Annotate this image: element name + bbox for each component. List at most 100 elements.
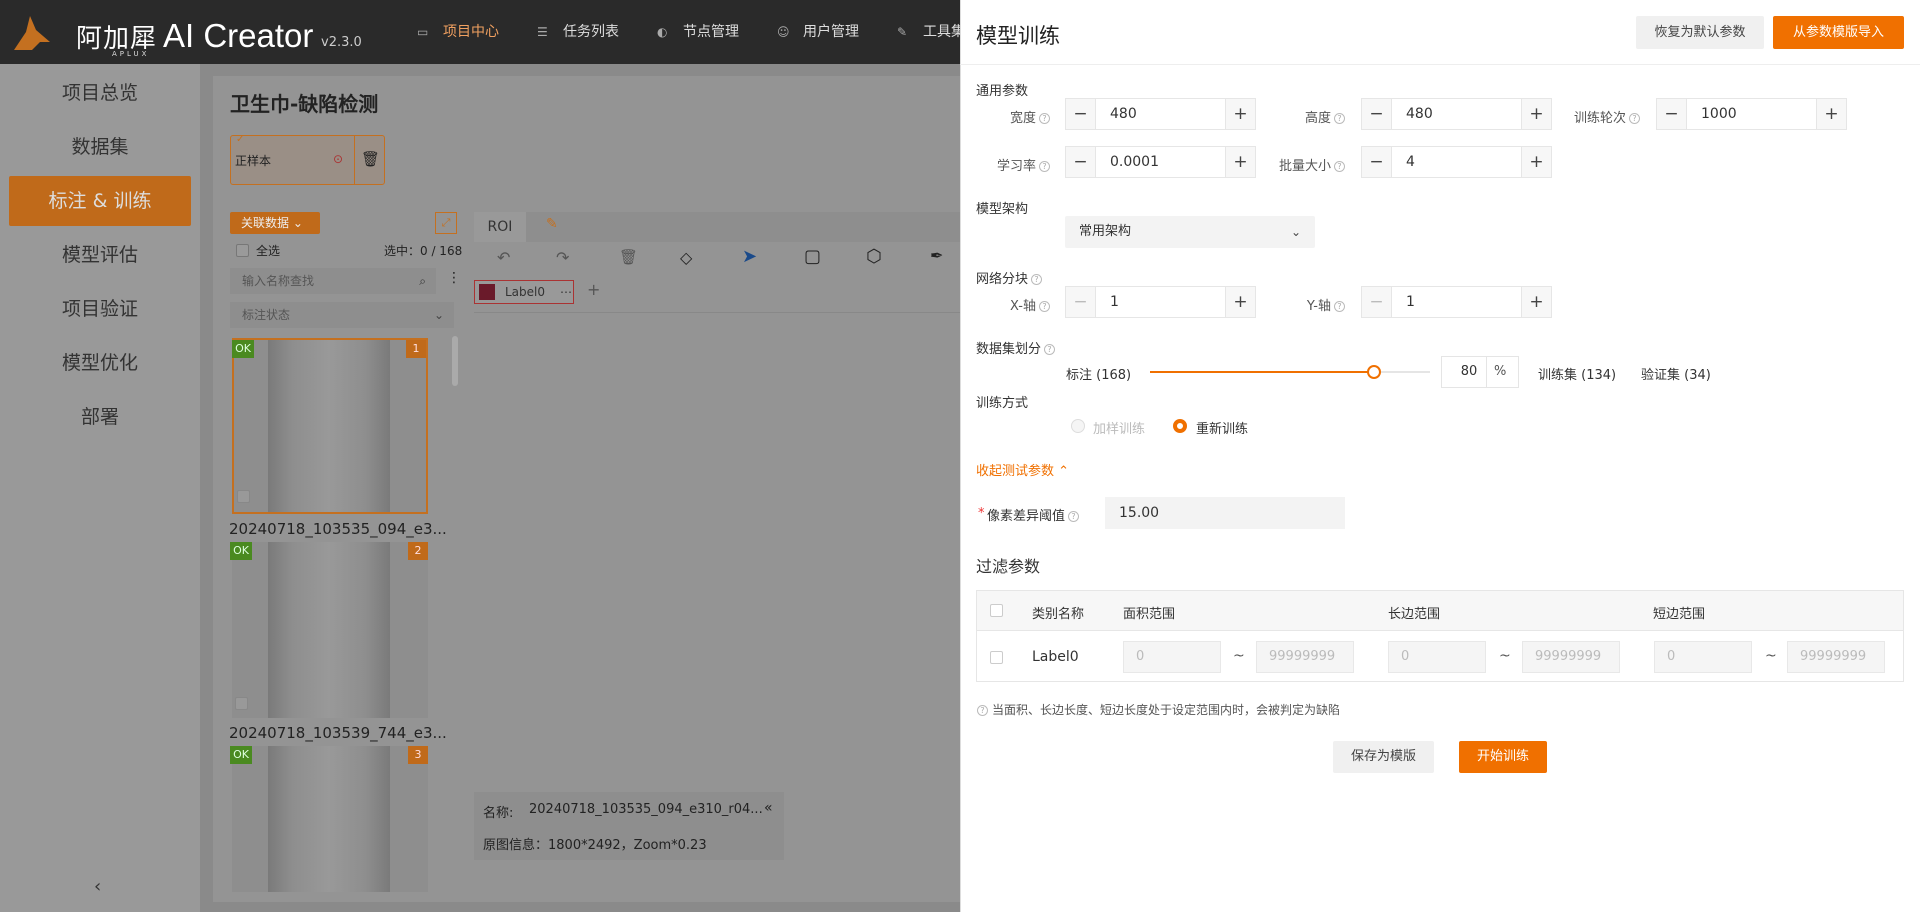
thumbnail-checkbox[interactable]	[235, 697, 248, 710]
sidebar-item-dataset[interactable]: 数据集	[9, 122, 191, 172]
epochs-stepper[interactable]: −1000 +	[1656, 98, 1847, 130]
collapse-info-icon[interactable]: «	[764, 800, 773, 816]
model-training-panel	[960, 0, 1920, 912]
area-min-input[interactable]: 0	[1123, 641, 1221, 673]
row-checkbox[interactable]	[990, 651, 1003, 664]
learning-rate-stepper[interactable]: −0.0001 +	[1065, 146, 1256, 178]
brush-icon[interactable]: ✒	[930, 246, 943, 265]
radio-incremental[interactable]	[1071, 419, 1085, 433]
help-icon: ?	[1039, 161, 1050, 172]
nav-user-management[interactable]: ☺ 用户管理	[777, 0, 859, 64]
plus-icon[interactable]: +	[1816, 99, 1846, 129]
tool-icon: ✎	[897, 25, 908, 39]
minus-icon[interactable]: −	[1066, 147, 1096, 177]
nav-node-management[interactable]: ◐ 节点管理	[657, 0, 739, 64]
split-slider-handle[interactable]	[1367, 365, 1381, 379]
nav-task-list[interactable]: ☰ 任务列表	[537, 0, 619, 64]
width-stepper[interactable]: −480 +	[1065, 98, 1256, 130]
collapse-test-params-link[interactable]: 收起测试参数 ⌃	[976, 460, 1069, 479]
col-long-range: 长边范围	[1388, 607, 1441, 622]
redo-icon[interactable]: ↷	[556, 248, 569, 267]
width-label: 宽度?	[990, 107, 1050, 126]
pen-icon[interactable]: ✎	[546, 216, 558, 232]
tab-roi[interactable]: ROI	[474, 212, 526, 242]
import-template-button[interactable]: 从参数模版导入	[1773, 16, 1904, 49]
split-percent-input[interactable]: 80%	[1441, 356, 1519, 388]
radio-retrain-label: 重新训练	[1196, 422, 1249, 437]
nav-tools[interactable]: ✎ 工具集	[897, 0, 965, 64]
minus-icon[interactable]: −	[1066, 99, 1096, 129]
plus-icon[interactable]: +	[1521, 99, 1551, 129]
minus-icon[interactable]: −	[1362, 147, 1392, 177]
target-icon[interactable]: ⊙	[333, 152, 343, 166]
plus-icon[interactable]: +	[1225, 147, 1255, 177]
batch-size-stepper[interactable]: −4 +	[1361, 146, 1552, 178]
thumbnail-caption: 20240718_103535_094_e3...	[229, 520, 447, 538]
thumbnail-checkbox[interactable]	[237, 490, 250, 503]
minus-icon[interactable]: −	[1362, 287, 1392, 317]
col-short-range: 短边范围	[1653, 607, 1706, 622]
sidebar-item-annotate-train[interactable]: 标注 & 训练	[9, 176, 191, 226]
radio-retrain[interactable]	[1173, 419, 1187, 433]
index-badge: 1	[406, 340, 426, 358]
model-arch-heading: 模型架构	[976, 202, 1029, 217]
sidebar-item-deploy[interactable]: 部署	[9, 392, 191, 442]
search-icon: ⌕	[419, 274, 426, 288]
label-chip[interactable]: Label0 ⋯	[474, 280, 574, 304]
undo-icon[interactable]: ↶	[497, 248, 510, 267]
eraser-icon[interactable]: ◇	[680, 248, 692, 267]
collapse-sidebar-icon[interactable]: ‹	[94, 876, 101, 897]
ellipsis-icon: ⋯	[560, 285, 572, 299]
ok-badge: OK	[230, 746, 252, 764]
add-label-icon[interactable]: +	[587, 280, 600, 299]
y-axis-stepper[interactable]: −1 +	[1361, 286, 1552, 318]
delete-icon[interactable]: 🗑	[619, 248, 638, 266]
sidebar-item-model-optimize[interactable]: 模型优化	[9, 338, 191, 388]
minus-icon[interactable]: −	[1066, 287, 1096, 317]
minus-icon[interactable]: −	[1362, 99, 1392, 129]
pixel-diff-input[interactable]: 15.00	[1105, 497, 1345, 529]
range-sep: ~	[1499, 648, 1511, 664]
sidebar-item-overview[interactable]: 项目总览	[9, 68, 191, 118]
chevron-down-icon: ⌄	[433, 308, 444, 322]
plus-icon[interactable]: +	[1225, 287, 1255, 317]
nav-project-center[interactable]: ▭ 项目中心	[417, 0, 499, 64]
search-input[interactable]: 输入名称查找 ⌕	[230, 268, 436, 294]
long-min-input[interactable]: 0	[1388, 641, 1486, 673]
info-meta: 原图信息：1800*2492，Zoom*0.23	[483, 838, 707, 853]
radio-incremental-label: 加样训练	[1093, 422, 1146, 437]
short-min-input[interactable]: 0	[1654, 641, 1752, 673]
row-class-name: Label0	[1032, 649, 1079, 665]
epochs-label: 训练轮次?	[1560, 107, 1640, 126]
scrollbar[interactable]	[452, 336, 458, 386]
polygon-icon[interactable]: ⬡	[866, 246, 882, 267]
pointer-icon[interactable]: ➤	[742, 246, 757, 267]
select-all-checkbox[interactable]	[236, 244, 249, 257]
assoc-data-button[interactable]: 关联数据 ⌄	[230, 212, 320, 234]
more-icon[interactable]: ⋮	[447, 270, 461, 286]
height-stepper[interactable]: −480 +	[1361, 98, 1552, 130]
sidebar-item-project-verify[interactable]: 项目验证	[9, 284, 191, 334]
y-axis-label: Y-轴?	[1270, 295, 1345, 314]
rectangle-icon[interactable]: ▢	[804, 246, 821, 267]
x-axis-stepper[interactable]: −1 +	[1065, 286, 1256, 318]
range-sep: ~	[1233, 648, 1245, 664]
table-select-all-checkbox[interactable]	[990, 604, 1003, 617]
sidebar-item-model-eval[interactable]: 模型评估	[9, 230, 191, 280]
area-max-input[interactable]: 99999999	[1256, 641, 1354, 673]
status-filter[interactable]: 标注状态 ⌄	[230, 302, 454, 328]
long-max-input[interactable]: 99999999	[1522, 641, 1620, 673]
model-arch-select[interactable]: 常用架构 ⌄	[1065, 216, 1315, 248]
short-max-input[interactable]: 99999999	[1787, 641, 1885, 673]
save-template-button[interactable]: 保存为模版	[1333, 741, 1434, 773]
plus-icon[interactable]: +	[1521, 147, 1551, 177]
minus-icon[interactable]: −	[1657, 99, 1687, 129]
page-title: 卫生巾-缺陷检测	[230, 92, 379, 116]
general-params-heading: 通用参数	[976, 84, 1029, 99]
plus-icon[interactable]: +	[1225, 99, 1255, 129]
expand-icon[interactable]: ⤢	[435, 212, 457, 234]
start-training-button[interactable]: 开始训练	[1459, 741, 1547, 773]
reset-defaults-button[interactable]: 恢复为默认参数	[1636, 16, 1764, 49]
plus-icon[interactable]: +	[1521, 287, 1551, 317]
trash-icon[interactable]: 🗑	[361, 150, 380, 168]
